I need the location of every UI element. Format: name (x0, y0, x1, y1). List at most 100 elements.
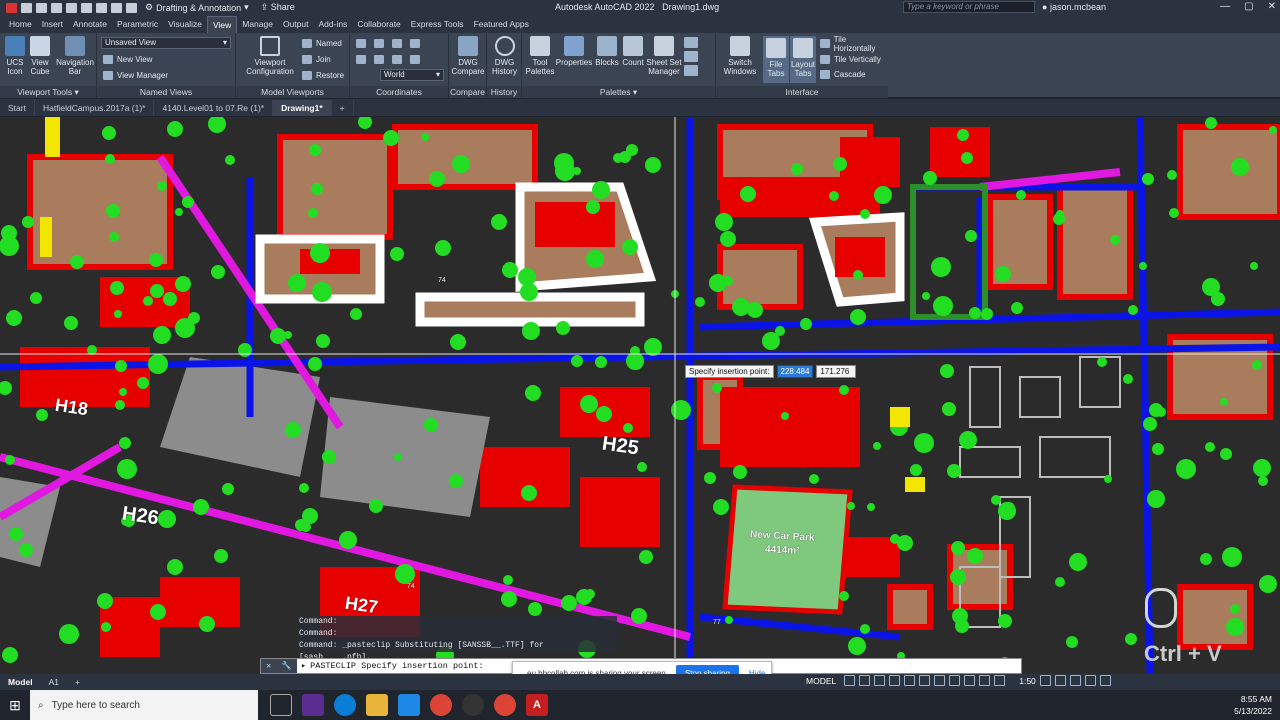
undo-icon[interactable] (111, 2, 122, 13)
app-menu-icon[interactable] (6, 2, 17, 13)
new-tab-icon[interactable]: + (332, 100, 354, 116)
ribbon-tab-add-ins[interactable]: Add-ins (313, 16, 352, 33)
object-snap-icon[interactable] (919, 675, 931, 686)
isodraft-icon[interactable] (904, 675, 916, 686)
add-layout-icon[interactable]: + (67, 677, 88, 687)
new-view-button[interactable]: New View (103, 53, 152, 66)
plot-icon[interactable] (96, 2, 107, 13)
x-coordinate-input[interactable]: 228.484 (776, 365, 814, 378)
mail-icon[interactable] (398, 694, 420, 716)
palette-tool-icon[interactable] (684, 37, 698, 48)
ucs-tool-icon[interactable] (374, 39, 384, 48)
tool-palettes-button[interactable]: Tool Palettes (524, 36, 556, 76)
windows-start-icon[interactable]: ⊞ (0, 690, 30, 720)
customize-icon[interactable] (1099, 675, 1111, 686)
plus-icon[interactable] (1054, 675, 1066, 686)
y-coordinate-input[interactable]: 171.276 (816, 365, 857, 378)
minimize-icon[interactable]: — (1220, 1, 1230, 12)
sheet-set-manager-button[interactable]: Sheet Set Manager (646, 36, 682, 76)
ucs-tool-icon[interactable] (356, 39, 366, 48)
ucs-tool-icon[interactable] (392, 55, 402, 64)
panel-title[interactable]: Viewport Tools ▾ (0, 86, 96, 98)
workspace-icon[interactable] (994, 675, 1006, 686)
ucs-tool-icon[interactable] (374, 55, 384, 64)
ribbon-tab-insert[interactable]: Insert (37, 16, 68, 33)
ribbon-tab-visualize[interactable]: Visualize (163, 16, 207, 33)
layout-tabs-button[interactable]: Layout Tabs (790, 36, 816, 83)
named-view-select[interactable]: Unsaved View ▾ (101, 37, 231, 49)
user-account[interactable]: ● jason.mcbean (1042, 2, 1106, 12)
close-icon[interactable]: ✕ (1268, 1, 1276, 12)
ucs-tool-icon[interactable] (410, 39, 420, 48)
file-tab[interactable]: 4140.Level01 to 07.Re (1)* (154, 100, 274, 116)
model-space-toggle[interactable]: MODEL (806, 676, 836, 686)
snap-icon[interactable] (859, 675, 871, 686)
wrench-icon[interactable]: 🔧 (282, 661, 292, 671)
palette-tool-icon[interactable] (684, 65, 698, 76)
drawing-canvas[interactable]: H18 H25 H26 H27 New Car Park 4414m² 74 7… (0, 117, 1280, 674)
navigation-bar-button[interactable]: Navigation Bar (55, 36, 95, 76)
tile-horizontally-button[interactable]: Tile Horizontally (820, 35, 888, 53)
system-tray-clock[interactable]: 8:55 AM 5/13/2022 (1234, 693, 1272, 717)
ribbon-tab-manage[interactable]: Manage (237, 16, 278, 33)
chrome-icon[interactable] (430, 694, 452, 716)
web-mobile-icon[interactable] (81, 2, 92, 13)
ribbon-tab-annotate[interactable]: Annotate (68, 16, 112, 33)
blocks-button[interactable]: Blocks (594, 36, 620, 67)
maximize-icon[interactable]: ▢ (1244, 1, 1253, 12)
new-file-icon[interactable] (21, 2, 32, 13)
save-icon[interactable] (51, 2, 62, 13)
ribbon-tab-output[interactable]: Output (278, 16, 314, 33)
viewport-configuration-button[interactable]: Viewport Configuration (240, 36, 300, 76)
ribbon-tab-express-tools[interactable]: Express Tools (406, 16, 469, 33)
ucs-tool-icon[interactable] (410, 55, 420, 64)
palette-tool-icon[interactable] (684, 51, 698, 62)
close-icon[interactable]: ✕ (266, 661, 271, 671)
cascade-button[interactable]: Cascade (820, 68, 866, 81)
panel-title[interactable]: Palettes ▾ (522, 86, 715, 98)
chrome-icon[interactable] (494, 694, 516, 716)
transparency-icon[interactable] (949, 675, 961, 686)
task-view-icon[interactable] (270, 694, 292, 716)
ribbon-tab-featured-apps[interactable]: Featured Apps (469, 16, 534, 33)
tile-vertically-button[interactable]: Tile Vertically (820, 53, 881, 66)
ribbon-tab-view[interactable]: View (206, 16, 238, 33)
ribbon-tab-parametric[interactable]: Parametric (112, 16, 163, 33)
fullscreen-icon[interactable] (1084, 675, 1096, 686)
help-search-input[interactable]: Type a keyword or phrase (903, 1, 1035, 13)
ucs-icon-button[interactable]: UCS Icon (3, 36, 27, 76)
switch-windows-button[interactable]: Switch Windows (720, 36, 760, 76)
view-cube-button[interactable]: View Cube (28, 36, 52, 76)
ucs-tool-icon[interactable] (356, 55, 366, 64)
autocad-icon[interactable]: A (526, 694, 548, 716)
selection-cycling-icon[interactable] (964, 675, 976, 686)
dwg-history-button[interactable]: DWG History (488, 36, 521, 76)
file-tabs-button[interactable]: File Tabs (763, 36, 789, 83)
ucs-select[interactable]: World ▾ (380, 69, 444, 81)
join-viewports-button[interactable]: Join (302, 53, 331, 66)
taskbar-search-input[interactable]: ⌕ Type here to search (30, 690, 258, 720)
teams-icon[interactable] (302, 694, 324, 716)
file-tab[interactable]: Start (0, 100, 35, 116)
save-as-icon[interactable] (66, 2, 77, 13)
workspace-switcher[interactable]: ⚙ Drafting & Annotation ▾ (145, 2, 249, 13)
annotation-scale[interactable]: 1:50 (1019, 676, 1036, 686)
view-manager-button[interactable]: View Manager (103, 69, 168, 82)
settings-icon[interactable] (1039, 675, 1051, 686)
redo-icon[interactable] (126, 2, 137, 13)
annotation-icon[interactable] (979, 675, 991, 686)
file-tab[interactable]: HatfieldCampus.2017a (1)* (35, 100, 155, 116)
count-button[interactable]: Count (621, 36, 645, 67)
edge-icon[interactable] (334, 694, 356, 716)
properties-button[interactable]: Properties (555, 36, 593, 67)
isolate-icon[interactable] (1069, 675, 1081, 686)
open-file-icon[interactable] (36, 2, 47, 13)
layout-tab-a1[interactable]: A1 (41, 677, 67, 687)
app-icon[interactable] (462, 694, 484, 716)
named-viewports-button[interactable]: Named (302, 37, 342, 50)
grid-icon[interactable] (844, 675, 856, 686)
layout-tab-model[interactable]: Model (0, 677, 41, 687)
ortho-icon[interactable] (874, 675, 886, 686)
file-explorer-icon[interactable] (366, 694, 388, 716)
dwg-compare-button[interactable]: DWG Compare (451, 36, 485, 76)
